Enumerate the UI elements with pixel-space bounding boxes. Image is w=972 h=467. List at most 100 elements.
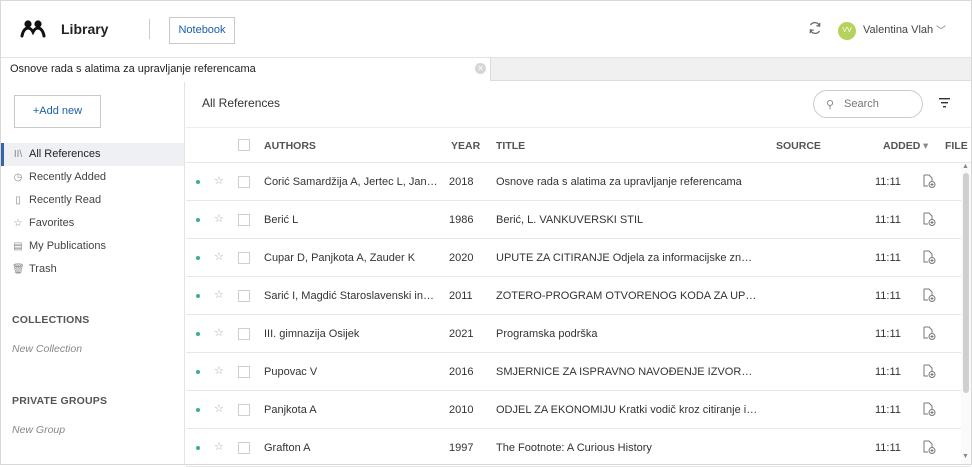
table-row[interactable]: ☆ Cupar D, Panjkota A, Zauder K 2020 UPUTE … xyxy=(186,239,971,277)
cell-year: 2010 xyxy=(449,404,474,416)
title-divider xyxy=(149,19,150,39)
favorite-star-icon[interactable]: ☆ xyxy=(214,174,224,187)
row-checkbox[interactable] xyxy=(238,176,250,188)
add-file-icon[interactable] xyxy=(922,326,936,340)
user-name[interactable]: Valentina Vlah xyxy=(863,24,933,36)
add-file-icon[interactable] xyxy=(922,364,936,378)
sidebar-item-trash[interactable]: 🗑 Trash xyxy=(1,258,184,281)
table-row[interactable]: ☆ Berić L 1986 Berić, L. VANKUVERSKI STIL 11… xyxy=(186,201,971,239)
sidebar-item-recently-added[interactable]: ◷ Recently Added xyxy=(1,166,184,189)
unread-dot-icon xyxy=(196,294,200,298)
unread-dot-icon xyxy=(196,218,200,222)
column-source[interactable]: SOURCE xyxy=(776,140,821,152)
table-row[interactable]: ☆ Panjkota A 2010 ODJEL ZA EKONOMIJU Kratki… xyxy=(186,391,971,429)
row-checkbox[interactable] xyxy=(238,214,250,226)
filter-icon[interactable] xyxy=(939,98,950,108)
mendeley-logo-icon[interactable] xyxy=(20,19,46,39)
table-row[interactable]: ☆ Grafton A 1997 The Footnote: A Curious Hi… xyxy=(186,429,971,467)
row-checkbox[interactable] xyxy=(238,366,250,378)
app-window: Library Notebook VV Valentina Vlah ﹀ Osn… xyxy=(0,0,972,467)
library-icon: II\ xyxy=(13,149,23,160)
sidebar-item-my-publications[interactable]: ▤ My Publications xyxy=(1,235,184,258)
column-year[interactable]: YEAR xyxy=(451,140,480,152)
cell-added: 11:11 xyxy=(875,176,901,188)
sidebar-item-label: Recently Read xyxy=(29,194,102,206)
notebook-button[interactable]: Notebook xyxy=(169,17,235,44)
sidebar-item-label: Recently Added xyxy=(29,171,107,183)
table-row[interactable]: ☆ Sarić I, Magdić Staroslavenski institut… xyxy=(186,277,971,315)
cell-title: Osnove rada s alatima za upravljanje ref… xyxy=(496,176,742,188)
cell-authors: III. gimnazija Osijek xyxy=(264,328,360,340)
sync-icon[interactable] xyxy=(808,21,822,35)
chevron-down-icon[interactable]: ﹀ xyxy=(936,22,946,37)
cell-added: 11:11 xyxy=(875,366,901,378)
row-checkbox[interactable] xyxy=(238,404,250,416)
cell-year: 2021 xyxy=(449,328,474,340)
unread-dot-icon xyxy=(196,408,200,412)
sidebar: +Add new II\ All References ◷ Recently Adde… xyxy=(1,82,185,464)
column-title[interactable]: TITLE xyxy=(496,140,525,152)
add-file-icon[interactable] xyxy=(922,440,936,454)
close-icon[interactable]: ✕ xyxy=(475,63,486,74)
column-file[interactable]: FILE xyxy=(945,140,968,152)
add-file-icon[interactable] xyxy=(922,402,936,416)
cell-year: 1986 xyxy=(449,214,474,226)
add-file-icon[interactable] xyxy=(922,288,936,302)
trash-icon: 🗑 xyxy=(12,264,25,275)
sort-desc-icon[interactable]: ▾ xyxy=(923,140,928,152)
scrollbar-thumb[interactable] xyxy=(963,173,969,393)
search-box[interactable]: ⚲ xyxy=(813,90,923,118)
row-checkbox[interactable] xyxy=(238,252,250,264)
top-bar: Library Notebook VV Valentina Vlah ﹀ xyxy=(1,1,971,58)
favorite-star-icon[interactable]: ☆ xyxy=(214,288,224,301)
cell-authors: Ćorić Samardžija A, Jertec L, Jandrić H xyxy=(264,176,438,188)
publication-icon: ▤ xyxy=(13,241,23,252)
unread-dot-icon xyxy=(196,256,200,260)
new-group-link[interactable]: New Group xyxy=(12,424,65,436)
column-added[interactable]: ADDED xyxy=(883,140,920,152)
cell-added: 11:11 xyxy=(875,328,901,340)
unread-dot-icon xyxy=(196,446,200,450)
favorite-star-icon[interactable]: ☆ xyxy=(214,326,224,339)
scroll-down-icon[interactable]: ▼ xyxy=(962,453,969,460)
table-row[interactable]: ☆ III. gimnazija Osijek 2021 Programska pod… xyxy=(186,315,971,353)
scroll-up-icon[interactable]: ▲ xyxy=(962,163,969,170)
sidebar-nav: II\ All References ◷ Recently Added ▯ Recentl… xyxy=(1,143,184,281)
favorite-star-icon[interactable]: ☆ xyxy=(214,212,224,225)
favorite-star-icon[interactable]: ☆ xyxy=(214,250,224,263)
vertical-scrollbar[interactable]: ▲ ▼ xyxy=(961,163,971,464)
add-file-icon[interactable] xyxy=(922,250,936,264)
sidebar-item-favorites[interactable]: ☆ Favorites xyxy=(1,212,184,235)
sidebar-item-recently-read[interactable]: ▯ Recently Read xyxy=(1,189,184,212)
sidebar-item-label: Favorites xyxy=(29,217,75,229)
unread-dot-icon xyxy=(196,332,200,336)
cell-year: 2020 xyxy=(449,252,474,264)
favorite-star-icon[interactable]: ☆ xyxy=(214,440,224,453)
cell-added: 11:11 xyxy=(875,290,901,302)
column-authors[interactable]: AUTHORS xyxy=(264,140,316,152)
add-file-icon[interactable] xyxy=(922,212,936,226)
private-groups-heading: PRIVATE GROUPS xyxy=(12,395,108,407)
sidebar-item-all-references[interactable]: II\ All References xyxy=(1,143,184,166)
sidebar-item-label: My Publications xyxy=(29,240,107,252)
row-checkbox[interactable] xyxy=(238,290,250,302)
cell-year: 2011 xyxy=(449,290,473,302)
favorite-star-icon[interactable]: ☆ xyxy=(214,402,224,415)
add-new-button[interactable]: +Add new xyxy=(14,95,101,128)
new-collection-link[interactable]: New Collection xyxy=(12,343,82,355)
avatar[interactable]: VV xyxy=(838,22,856,40)
cell-added: 11:11 xyxy=(875,252,901,264)
table-row[interactable]: ☆ Ćorić Samardžija A, Jertec L, Jandrić H… xyxy=(186,163,971,201)
favorite-star-icon[interactable]: ☆ xyxy=(214,364,224,377)
cell-year: 2016 xyxy=(449,366,474,378)
add-file-icon[interactable] xyxy=(922,174,936,188)
row-checkbox[interactable] xyxy=(238,328,250,340)
open-document-tab[interactable]: Osnove rada s alatima za upravljanje ref… xyxy=(1,58,491,81)
cell-title: ODJEL ZA EKONOMIJU Kratki vodič kroz cit… xyxy=(496,404,758,416)
cell-title: SMJERNICE ZA ISPRAVNO NAVOĐENJE IZVORA I… xyxy=(496,366,758,378)
select-all-checkbox[interactable] xyxy=(238,139,250,151)
row-checkbox[interactable] xyxy=(238,442,250,454)
cell-authors: Sarić I, Magdić Staroslavenski institut xyxy=(264,290,438,302)
search-input[interactable] xyxy=(844,97,914,111)
table-row[interactable]: ☆ Pupovac V 2016 SMJERNICE ZA ISPRAVNO NAVO… xyxy=(186,353,971,391)
